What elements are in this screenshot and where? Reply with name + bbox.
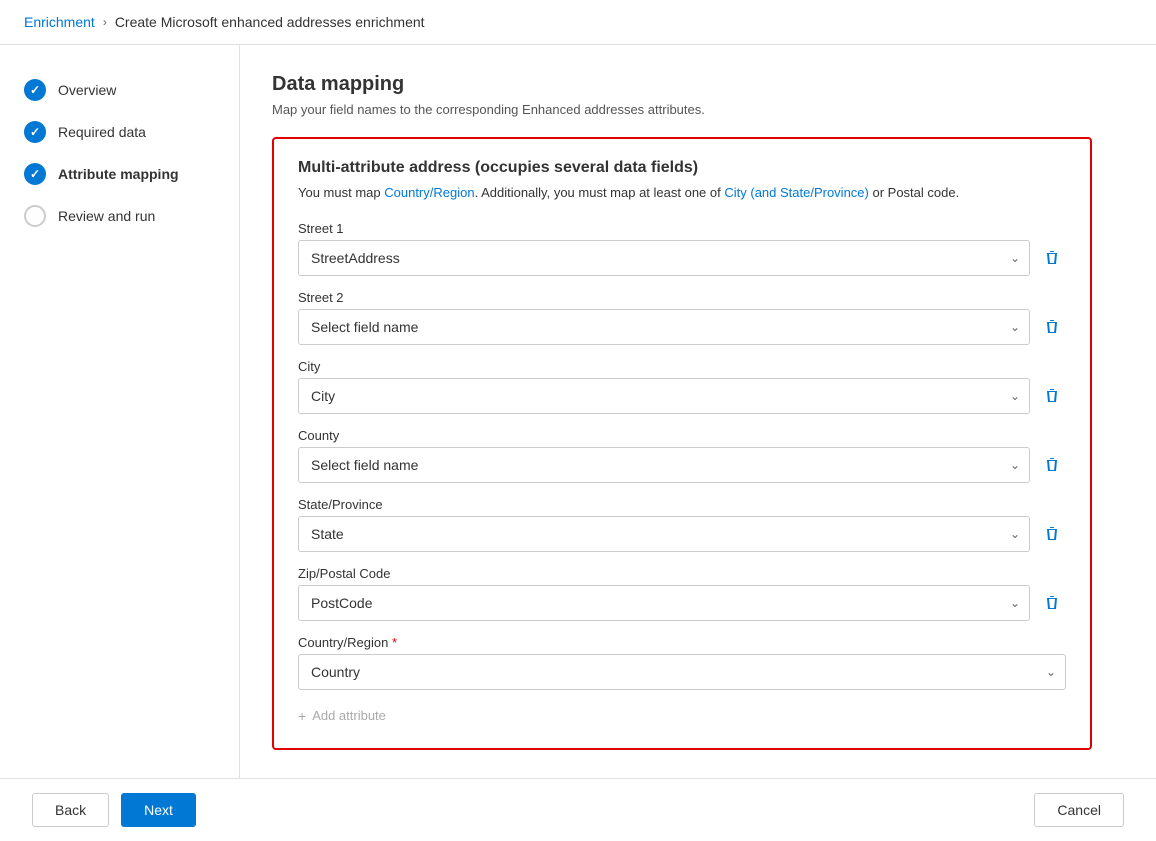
- plus-icon: +: [298, 708, 306, 724]
- field-label-country: Country/Region *: [298, 635, 1066, 650]
- field-group-state: State/Province State Select field name ⌄: [298, 497, 1066, 552]
- card-warning: You must map Country/Region. Additionall…: [298, 183, 1066, 203]
- trash-icon-3: [1044, 388, 1060, 404]
- select-wrapper-state: State Select field name ⌄: [298, 516, 1030, 552]
- select-street2[interactable]: Select field name: [298, 309, 1030, 345]
- delete-button-street2[interactable]: [1038, 315, 1066, 339]
- field-row-state: State Select field name ⌄: [298, 516, 1066, 552]
- sidebar: Overview Required data Attribute mapping…: [0, 45, 240, 778]
- content-area: Data mapping Map your field names to the…: [240, 45, 1156, 778]
- field-label-street2: Street 2: [298, 290, 1066, 305]
- sidebar-label-required-data: Required data: [58, 124, 146, 140]
- footer-left: Back Next: [32, 793, 196, 827]
- field-group-country: Country/Region * Country Select field na…: [298, 635, 1066, 690]
- field-group-zipcode: Zip/Postal Code PostCode Select field na…: [298, 566, 1066, 621]
- field-label-city: City: [298, 359, 1066, 374]
- field-label-state: State/Province: [298, 497, 1066, 512]
- select-wrapper-street1: StreetAddress Select field name ⌄: [298, 240, 1030, 276]
- cancel-button[interactable]: Cancel: [1034, 793, 1124, 827]
- delete-button-county[interactable]: [1038, 453, 1066, 477]
- breadcrumb-parent[interactable]: Enrichment: [24, 14, 95, 30]
- field-row-street2: Select field name ⌄: [298, 309, 1066, 345]
- field-group-street2: Street 2 Select field name ⌄: [298, 290, 1066, 345]
- trash-icon: [1044, 250, 1060, 266]
- trash-icon-4: [1044, 457, 1060, 473]
- add-attribute-label: Add attribute: [312, 708, 386, 723]
- field-row-country: Country Select field name ⌄: [298, 654, 1066, 690]
- select-wrapper-country: Country Select field name ⌄: [298, 654, 1066, 690]
- step-circle-review: [24, 205, 46, 227]
- select-country[interactable]: Country Select field name: [298, 654, 1066, 690]
- select-wrapper-city: City Select field name ⌄: [298, 378, 1030, 414]
- mapping-card: Multi-attribute address (occupies severa…: [272, 137, 1092, 750]
- footer: Back Next Cancel: [0, 778, 1156, 841]
- select-county[interactable]: Select field name: [298, 447, 1030, 483]
- add-attribute-button: + Add attribute: [298, 704, 1066, 728]
- breadcrumb-chevron: ›: [103, 15, 107, 29]
- select-state[interactable]: State Select field name: [298, 516, 1030, 552]
- next-button[interactable]: Next: [121, 793, 196, 827]
- step-circle-required-data: [24, 121, 46, 143]
- delete-button-state[interactable]: [1038, 522, 1066, 546]
- warning-link-country: Country/Region: [384, 185, 474, 200]
- select-wrapper-county: Select field name ⌄: [298, 447, 1030, 483]
- field-label-street1: Street 1: [298, 221, 1066, 236]
- back-button[interactable]: Back: [32, 793, 109, 827]
- select-wrapper-street2: Select field name ⌄: [298, 309, 1030, 345]
- delete-button-city[interactable]: [1038, 384, 1066, 408]
- trash-icon-5: [1044, 526, 1060, 542]
- field-label-county: County: [298, 428, 1066, 443]
- field-row-zipcode: PostCode Select field name ⌄: [298, 585, 1066, 621]
- breadcrumb-current: Create Microsoft enhanced addresses enri…: [115, 14, 425, 30]
- field-row-street1: StreetAddress Select field name ⌄: [298, 240, 1066, 276]
- select-street1[interactable]: StreetAddress Select field name: [298, 240, 1030, 276]
- field-group-city: City City Select field name ⌄: [298, 359, 1066, 414]
- field-label-zipcode: Zip/Postal Code: [298, 566, 1066, 581]
- field-group-county: County Select field name ⌄: [298, 428, 1066, 483]
- sidebar-item-overview[interactable]: Overview: [0, 69, 239, 111]
- field-row-city: City Select field name ⌄: [298, 378, 1066, 414]
- select-zipcode[interactable]: PostCode Select field name: [298, 585, 1030, 621]
- sidebar-label-attribute-mapping: Attribute mapping: [58, 166, 179, 182]
- trash-icon-2: [1044, 319, 1060, 335]
- delete-button-zipcode[interactable]: [1038, 591, 1066, 615]
- required-marker: *: [392, 635, 397, 650]
- delete-button-street1[interactable]: [1038, 246, 1066, 270]
- card-title: Multi-attribute address (occupies severa…: [298, 159, 1066, 177]
- step-circle-overview: [24, 79, 46, 101]
- section-subtitle: Map your field names to the correspondin…: [272, 102, 1124, 117]
- sidebar-label-review: Review and run: [58, 208, 155, 224]
- top-bar: Enrichment › Create Microsoft enhanced a…: [0, 0, 1156, 45]
- field-group-street1: Street 1 StreetAddress Select field name…: [298, 221, 1066, 276]
- step-circle-attribute-mapping: [24, 163, 46, 185]
- sidebar-item-attribute-mapping[interactable]: Attribute mapping: [0, 153, 239, 195]
- sidebar-item-review-and-run[interactable]: Review and run: [0, 195, 239, 237]
- select-wrapper-zipcode: PostCode Select field name ⌄: [298, 585, 1030, 621]
- sidebar-item-required-data[interactable]: Required data: [0, 111, 239, 153]
- section-title: Data mapping: [272, 73, 1124, 96]
- field-row-county: Select field name ⌄: [298, 447, 1066, 483]
- warning-link-city: City (and State/Province): [724, 185, 869, 200]
- trash-icon-6: [1044, 595, 1060, 611]
- sidebar-label-overview: Overview: [58, 82, 116, 98]
- select-city[interactable]: City Select field name: [298, 378, 1030, 414]
